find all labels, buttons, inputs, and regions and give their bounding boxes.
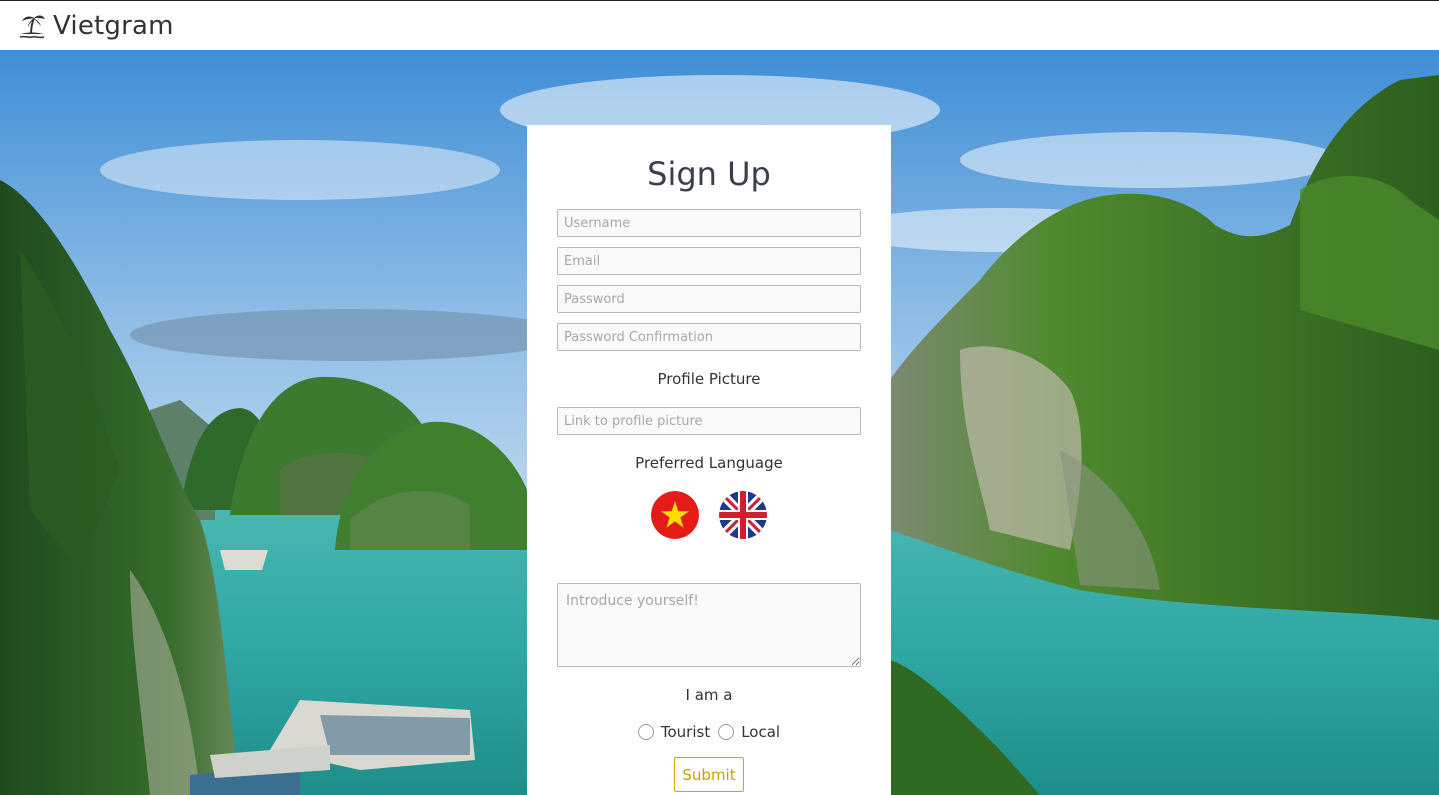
role-radio-group: Tourist Local [527,722,891,742]
signup-card: Sign Up Profile Picture Preferred Langua… [527,125,891,795]
email-input[interactable] [557,247,861,275]
vietnam-flag-icon[interactable] [651,491,699,539]
introduce-yourself-textarea[interactable] [557,583,861,667]
profile-picture-input[interactable] [557,407,861,435]
tourist-label: Tourist [660,723,711,741]
password-input[interactable] [557,285,861,313]
tourist-option[interactable]: Tourist [637,723,711,741]
preferred-language-label: Preferred Language [635,454,783,472]
profile-picture-label: Profile Picture [657,370,761,388]
local-radio[interactable] [718,724,735,740]
local-label: Local [741,723,781,741]
local-option[interactable]: Local [718,723,780,741]
submit-button[interactable]: Submit [674,757,744,792]
role-label: I am a [685,686,733,704]
uk-flag-icon[interactable] [719,491,767,539]
tourist-radio[interactable] [637,724,654,740]
username-input[interactable] [557,209,861,237]
navbar: Vietgram [0,0,1439,50]
language-selector [527,491,891,539]
page-title: Sign Up [647,155,771,193]
brand-name: Vietgram [53,10,174,41]
password-confirmation-input[interactable] [557,323,861,351]
brand-logo[interactable]: Vietgram [18,11,174,41]
palm-island-icon [19,14,45,38]
